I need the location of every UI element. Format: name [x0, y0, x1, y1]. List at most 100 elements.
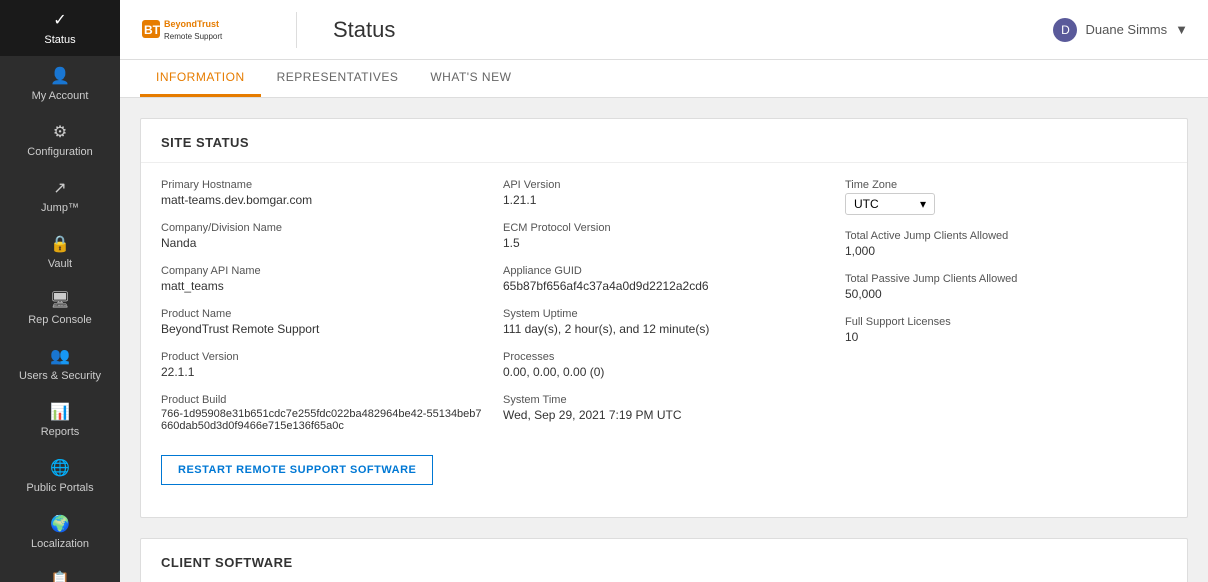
product-name-item: Product Name BeyondTrust Remote Support [161, 308, 483, 336]
system-uptime-item: System Uptime 111 day(s), 2 hour(s), and… [503, 308, 825, 336]
site-status-body: Primary Hostname matt-teams.dev.bomgar.c… [141, 163, 1187, 517]
primary-hostname-item: Primary Hostname matt-teams.dev.bomgar.c… [161, 179, 483, 207]
svg-text:BeyondTrust: BeyondTrust [164, 19, 219, 29]
processes-value: 0.00, 0.00, 0.00 (0) [503, 365, 825, 379]
sidebar-item-label: Jump™ [41, 202, 79, 214]
users-icon: 👥 [50, 346, 70, 366]
product-build-item: Product Build 766-1d95908e31b651cdc7e255… [161, 394, 483, 432]
total-passive-value: 50,000 [845, 287, 1167, 301]
user-name[interactable]: Duane Simms [1085, 22, 1167, 37]
sidebar-item-vault[interactable]: 🔒 Vault [0, 224, 120, 280]
company-api-item: Company API Name matt_teams [161, 265, 483, 293]
sidebar-item-localization[interactable]: 🌍 Localization [0, 504, 120, 560]
sidebar-item-rep-console[interactable]: 🖥 Rep Console [0, 280, 120, 336]
tab-whats-new[interactable]: WHAT'S NEW [414, 60, 527, 97]
portals-icon: 🌐 [50, 458, 70, 478]
reports-icon: 📊 [50, 402, 70, 422]
tab-information[interactable]: INFORMATION [140, 60, 261, 97]
header-user: D Duane Simms ▼ [1053, 18, 1188, 42]
appliance-guid-value: 65b87bf656af4c37a4a0d9d2212a2cd6 [503, 279, 825, 293]
company-division-item: Company/Division Name Nanda [161, 222, 483, 250]
config-icon: ⚙ [53, 122, 67, 142]
sidebar-item-status[interactable]: ✓ Status [0, 0, 120, 56]
appliance-guid-item: Appliance GUID 65b87bf656af4c37a4a0d9d22… [503, 265, 825, 293]
user-avatar: D [1053, 18, 1077, 42]
sidebar: ✓ Status 👤 My Account ⚙ Configuration ↗ … [0, 0, 120, 582]
header-divider [296, 12, 297, 48]
page-title: Status [333, 17, 395, 43]
total-passive-item: Total Passive Jump Clients Allowed 50,00… [845, 273, 1167, 301]
product-version-item: Product Version 22.1.1 [161, 351, 483, 379]
sidebar-item-public-portals[interactable]: 🌐 Public Portals [0, 448, 120, 504]
sidebar-item-label: Vault [48, 258, 72, 270]
primary-hostname-value: matt-teams.dev.bomgar.com [161, 193, 483, 207]
svg-text:BT: BT [144, 23, 161, 37]
sidebar-item-label: My Account [32, 90, 89, 102]
sidebar-item-reports[interactable]: 📊 Reports [0, 392, 120, 448]
timezone-dropdown-icon: ▾ [920, 197, 926, 211]
client-software-title: CLIENT SOFTWARE [141, 539, 1187, 582]
system-time-item: System Time Wed, Sep 29, 2021 7:19 PM UT… [503, 394, 825, 422]
system-uptime-value: 111 day(s), 2 hour(s), and 12 minute(s) [503, 322, 825, 336]
sidebar-item-label: Status [44, 34, 75, 46]
company-division-label: Company/Division Name [161, 222, 483, 234]
main-content: BT BeyondTrust Remote Support Status D D… [120, 0, 1208, 582]
sidebar-item-label: Public Portals [26, 482, 93, 494]
total-active-value: 1,000 [845, 244, 1167, 258]
processes-label: Processes [503, 351, 825, 363]
company-api-label: Company API Name [161, 265, 483, 277]
primary-hostname-label: Primary Hostname [161, 179, 483, 191]
sidebar-item-label: Rep Console [28, 314, 92, 326]
user-dropdown-icon[interactable]: ▼ [1175, 22, 1188, 37]
client-software-card: CLIENT SOFTWARE Name ▲ Built to attempt … [140, 538, 1188, 582]
system-time-value: Wed, Sep 29, 2021 7:19 PM UTC [503, 408, 825, 422]
full-support-item: Full Support Licenses 10 [845, 316, 1167, 344]
system-time-label: System Time [503, 394, 825, 406]
sidebar-item-label: Configuration [27, 146, 92, 158]
sidebar-item-my-account[interactable]: 👤 My Account [0, 56, 120, 112]
site-status-col2: API Version 1.21.1 ECM Protocol Version … [503, 179, 825, 432]
total-passive-label: Total Passive Jump Clients Allowed [845, 273, 1167, 285]
full-support-value: 10 [845, 330, 1167, 344]
jump-icon: ↗ [53, 178, 66, 198]
beyondtrust-logo: BT BeyondTrust Remote Support [140, 14, 260, 46]
sidebar-item-jump[interactable]: ↗ Jump™ [0, 168, 120, 224]
sidebar-item-management[interactable]: 📋 Management [0, 560, 120, 582]
sidebar-item-label: Users & Security [19, 370, 101, 382]
site-status-grid: Primary Hostname matt-teams.dev.bomgar.c… [161, 179, 1167, 432]
ecm-protocol-label: ECM Protocol Version [503, 222, 825, 234]
rep-console-icon: 🖥 [50, 290, 70, 310]
timezone-item: Time Zone UTC ▾ [845, 179, 1167, 215]
total-active-label: Total Active Jump Clients Allowed [845, 230, 1167, 242]
product-version-label: Product Version [161, 351, 483, 363]
tab-bar: INFORMATION REPRESENTATIVES WHAT'S NEW [120, 60, 1208, 98]
product-build-label: Product Build [161, 394, 483, 406]
ecm-protocol-value: 1.5 [503, 236, 825, 250]
sidebar-item-label: Reports [41, 426, 80, 438]
total-active-item: Total Active Jump Clients Allowed 1,000 [845, 230, 1167, 258]
appliance-guid-label: Appliance GUID [503, 265, 825, 277]
tab-representatives[interactable]: REPRESENTATIVES [261, 60, 415, 97]
company-division-value: Nanda [161, 236, 483, 250]
site-status-col1: Primary Hostname matt-teams.dev.bomgar.c… [161, 179, 483, 432]
sidebar-item-label: Localization [31, 538, 89, 550]
product-version-value: 22.1.1 [161, 365, 483, 379]
management-icon: 📋 [50, 570, 70, 582]
timezone-select[interactable]: UTC ▾ [845, 193, 935, 215]
site-status-col3: Time Zone UTC ▾ Total Active Jump Client… [845, 179, 1167, 432]
ecm-protocol-item: ECM Protocol Version 1.5 [503, 222, 825, 250]
sidebar-item-configuration[interactable]: ⚙ Configuration [0, 112, 120, 168]
product-build-value: 766-1d95908e31b651cdc7e255fdc022ba482964… [161, 408, 483, 432]
processes-item: Processes 0.00, 0.00, 0.00 (0) [503, 351, 825, 379]
svg-text:Remote Support: Remote Support [164, 32, 223, 41]
localization-icon: 🌍 [50, 514, 70, 534]
header: BT BeyondTrust Remote Support Status D D… [120, 0, 1208, 60]
sidebar-item-users-security[interactable]: 👥 Users & Security [0, 336, 120, 392]
system-uptime-label: System Uptime [503, 308, 825, 320]
full-support-label: Full Support Licenses [845, 316, 1167, 328]
restart-remote-support-button[interactable]: RESTART REMOTE SUPPORT SOFTWARE [161, 455, 433, 485]
vault-icon: 🔒 [50, 234, 70, 254]
account-icon: 👤 [50, 66, 70, 86]
site-status-title: SITE STATUS [141, 119, 1187, 163]
api-version-item: API Version 1.21.1 [503, 179, 825, 207]
